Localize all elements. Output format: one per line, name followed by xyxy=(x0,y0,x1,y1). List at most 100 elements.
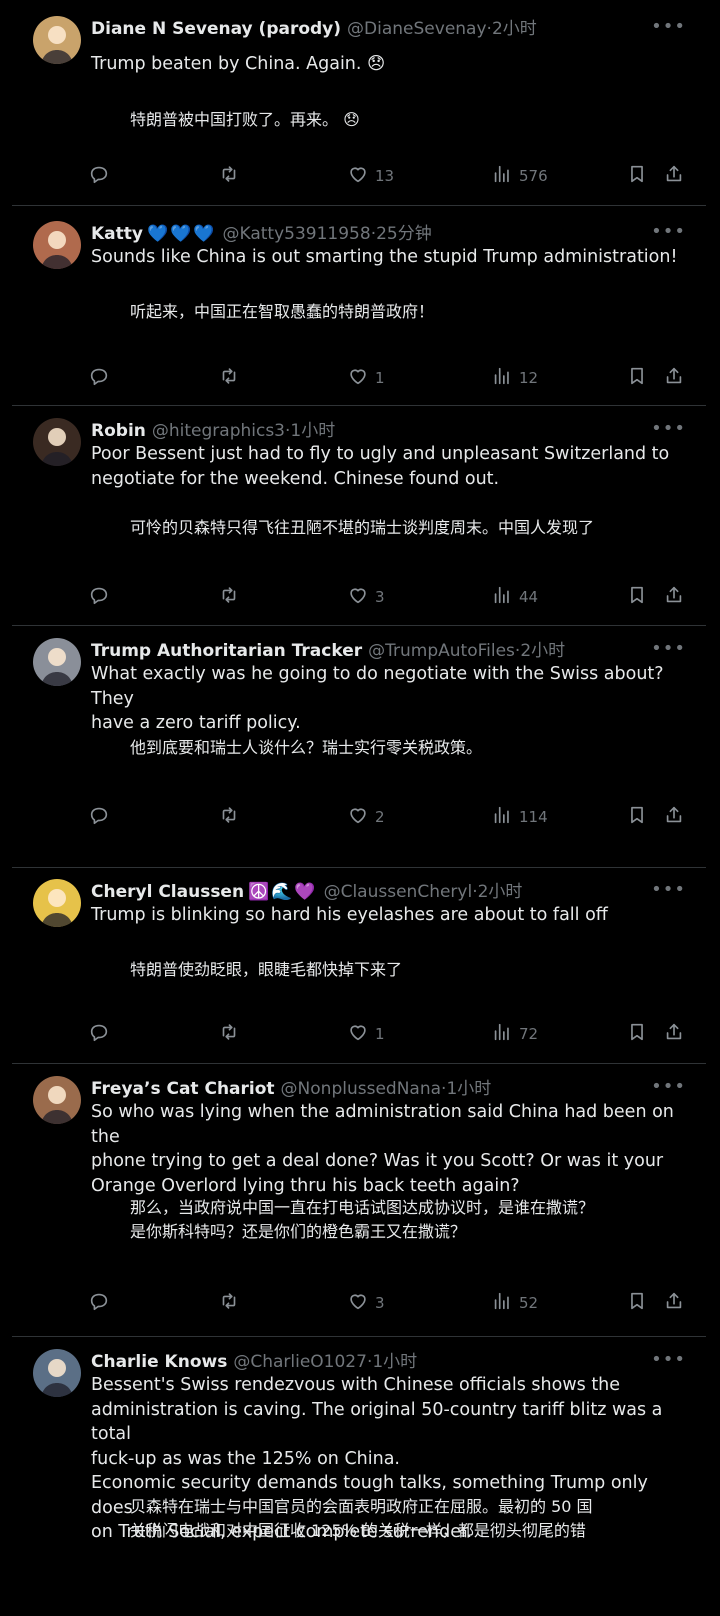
share-button[interactable] xyxy=(663,583,685,611)
timestamp[interactable]: 2小时 xyxy=(520,641,565,661)
bookmark-icon xyxy=(626,1290,648,1316)
views-button[interactable]: 114 xyxy=(491,803,548,831)
avatar[interactable] xyxy=(33,879,81,927)
tweet-translation: 那么，当政府说中国一直在打电话试图达成协议时，是谁在撒谎？ 是你斯科特吗？还是你… xyxy=(130,1198,595,1241)
bookmark-button[interactable] xyxy=(626,1020,648,1048)
views-button[interactable]: 72 xyxy=(491,1020,538,1048)
views-button[interactable]: 44 xyxy=(491,583,538,611)
retweet-icon xyxy=(218,584,240,610)
more-options-icon[interactable]: ••• xyxy=(651,221,686,243)
retweet-icon xyxy=(218,1290,240,1316)
avatar[interactable] xyxy=(33,16,81,64)
retweet-button[interactable] xyxy=(218,803,246,831)
more-options-icon[interactable]: ••• xyxy=(651,879,686,901)
author-name[interactable]: Charlie Knows xyxy=(91,1352,227,1372)
reply-button[interactable] xyxy=(88,162,116,190)
view-count: 576 xyxy=(519,167,548,185)
reply-button[interactable] xyxy=(88,1020,116,1048)
author-handle[interactable]: @CharlieO1027 xyxy=(233,1352,367,1372)
author-name[interactable]: Freya’s Cat Chariot xyxy=(91,1079,275,1099)
tweet-header: Katty 💙💙💙 @Katty53911958·25分钟 xyxy=(91,221,670,247)
more-options-icon[interactable]: ••• xyxy=(651,1076,686,1098)
share-button[interactable] xyxy=(663,364,685,392)
like-count: 1 xyxy=(375,369,385,387)
like-button[interactable]: 13 xyxy=(347,162,394,190)
retweet-button[interactable] xyxy=(218,583,246,611)
avatar[interactable] xyxy=(33,638,81,686)
like-button[interactable]: 3 xyxy=(347,1289,385,1317)
retweet-button[interactable] xyxy=(218,364,246,392)
retweet-icon xyxy=(218,163,240,189)
timestamp[interactable]: 1小时 xyxy=(372,1352,417,1372)
name-emoji-badges: 💙💙💙 xyxy=(146,224,217,244)
bookmark-button[interactable] xyxy=(626,364,648,392)
avatar[interactable] xyxy=(33,1076,81,1124)
views-bar-chart-icon xyxy=(491,804,513,830)
bookmark-icon xyxy=(626,163,648,189)
retweet-button[interactable] xyxy=(218,1289,246,1317)
more-options-icon[interactable]: ••• xyxy=(651,418,686,440)
more-options-icon[interactable]: ••• xyxy=(651,638,686,660)
reply-icon xyxy=(88,584,110,610)
views-bar-chart-icon xyxy=(491,1021,513,1047)
timestamp[interactable]: 2小时 xyxy=(492,19,537,39)
reply-button[interactable] xyxy=(88,803,116,831)
like-count: 1 xyxy=(375,1025,385,1043)
views-bar-chart-icon xyxy=(491,584,513,610)
share-button[interactable] xyxy=(663,1020,685,1048)
more-options-icon[interactable]: ••• xyxy=(651,16,686,38)
share-icon xyxy=(663,163,685,189)
like-count: 3 xyxy=(375,588,385,606)
author-name[interactable]: Diane N Sevenay (parody) xyxy=(91,19,341,39)
like-button[interactable]: 1 xyxy=(347,1020,385,1048)
author-handle[interactable]: @hitegraphics3 xyxy=(152,421,285,441)
share-button[interactable] xyxy=(663,1289,685,1317)
name-emoji-badges: ☮️🌊💜 xyxy=(248,882,318,902)
timestamp[interactable]: 25分钟 xyxy=(376,224,432,244)
retweet-button[interactable] xyxy=(218,1020,246,1048)
like-button[interactable]: 3 xyxy=(347,583,385,611)
bookmark-button[interactable] xyxy=(626,803,648,831)
retweet-button[interactable] xyxy=(218,162,246,190)
tweet-divider xyxy=(12,1063,706,1064)
author-handle[interactable]: @ClaussenCheryl xyxy=(324,882,473,902)
share-icon xyxy=(663,365,685,391)
heart-icon xyxy=(347,1021,369,1047)
reply-button[interactable] xyxy=(88,1289,116,1317)
like-count: 13 xyxy=(375,167,395,185)
tweet-divider xyxy=(12,1336,706,1337)
views-button[interactable]: 576 xyxy=(491,162,548,190)
bookmark-button[interactable] xyxy=(626,1289,648,1317)
share-icon xyxy=(663,584,685,610)
like-button[interactable]: 2 xyxy=(347,803,385,831)
timestamp[interactable]: 1小时 xyxy=(290,421,335,441)
author-handle[interactable]: @NonplussedNana xyxy=(281,1079,441,1099)
more-options-icon[interactable]: ••• xyxy=(651,1349,686,1371)
like-button[interactable]: 1 xyxy=(347,364,385,392)
views-button[interactable]: 52 xyxy=(491,1289,538,1317)
tweet-divider xyxy=(12,205,706,206)
timestamp[interactable]: 2小时 xyxy=(478,882,523,902)
share-button[interactable] xyxy=(663,162,685,190)
author-name[interactable]: Robin xyxy=(91,421,146,441)
tweet-divider xyxy=(12,867,706,868)
view-count: 72 xyxy=(519,1025,539,1043)
reply-button[interactable] xyxy=(88,583,116,611)
author-handle[interactable]: @TrumpAutoFiles xyxy=(368,641,515,661)
tweet-translation: 可怜的贝森特只得飞往丑陋不堪的瑞士谈判度周末。中国人发现了 xyxy=(130,518,595,537)
views-bar-chart-icon xyxy=(491,163,513,189)
avatar[interactable] xyxy=(33,1349,81,1397)
avatar[interactable] xyxy=(33,221,81,269)
author-name[interactable]: Cheryl Claussen xyxy=(91,882,244,902)
bookmark-button[interactable] xyxy=(626,583,648,611)
views-button[interactable]: 12 xyxy=(491,364,538,392)
timestamp[interactable]: 1小时 xyxy=(446,1079,491,1099)
author-handle[interactable]: @DianeSevenay xyxy=(347,19,487,39)
share-button[interactable] xyxy=(663,803,685,831)
reply-button[interactable] xyxy=(88,364,116,392)
author-name[interactable]: Trump Authoritarian Tracker xyxy=(91,641,362,661)
bookmark-button[interactable] xyxy=(626,162,648,190)
author-handle[interactable]: @Katty53911958 xyxy=(223,224,371,244)
author-name[interactable]: Katty xyxy=(91,224,143,244)
avatar[interactable] xyxy=(33,418,81,466)
